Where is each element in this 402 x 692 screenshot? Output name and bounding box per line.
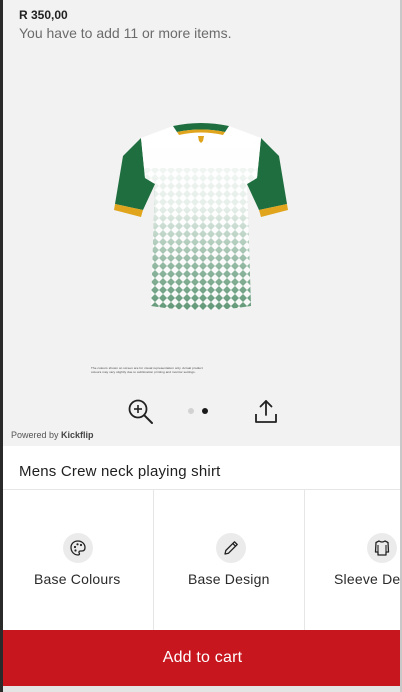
option-base-colours[interactable]: Base Colours <box>3 490 154 630</box>
option-label: Base Colours <box>34 571 121 587</box>
pencil-icon <box>216 533 246 563</box>
option-label: Base Design <box>188 571 270 587</box>
powered-by-prefix: Powered by <box>11 430 59 440</box>
product-title-bar: Mens Crew neck playing shirt <box>3 446 402 490</box>
palette-icon <box>63 533 93 563</box>
product-viewer[interactable]: R 350,00 You have to add 11 or more item… <box>3 0 402 446</box>
customization-options: Base Colours Base Design Sleeve Det <box>3 490 402 630</box>
pager-dot-2-active[interactable] <box>202 408 208 414</box>
product-title: Mens Crew neck playing shirt <box>19 463 221 480</box>
option-label: Sleeve Det <box>334 571 402 587</box>
jersey-preview[interactable] <box>111 118 291 318</box>
bottom-strip <box>3 686 402 692</box>
jersey-back-image <box>114 123 288 310</box>
viewer-controls <box>3 392 402 428</box>
option-base-design[interactable]: Base Design <box>154 490 305 630</box>
powered-by-label: Powered by Kickflip <box>11 430 94 440</box>
fine-print: The colours shown on screen are for visu… <box>91 366 203 374</box>
pager-dot-1[interactable] <box>188 408 194 414</box>
share-upload-icon[interactable] <box>251 396 281 426</box>
minimum-quantity-note: You have to add 11 or more items. <box>19 25 232 41</box>
configurator-frame: R 350,00 You have to add 11 or more item… <box>0 0 402 692</box>
add-to-cart-button[interactable]: Add to cart <box>3 630 402 686</box>
option-sleeve-details[interactable]: Sleeve Det <box>305 490 402 630</box>
powered-by-brand[interactable]: Kickflip <box>61 430 94 440</box>
price-label: R 350,00 <box>19 8 68 22</box>
zoom-in-icon[interactable] <box>125 396 155 426</box>
shirt-icon <box>367 533 397 563</box>
